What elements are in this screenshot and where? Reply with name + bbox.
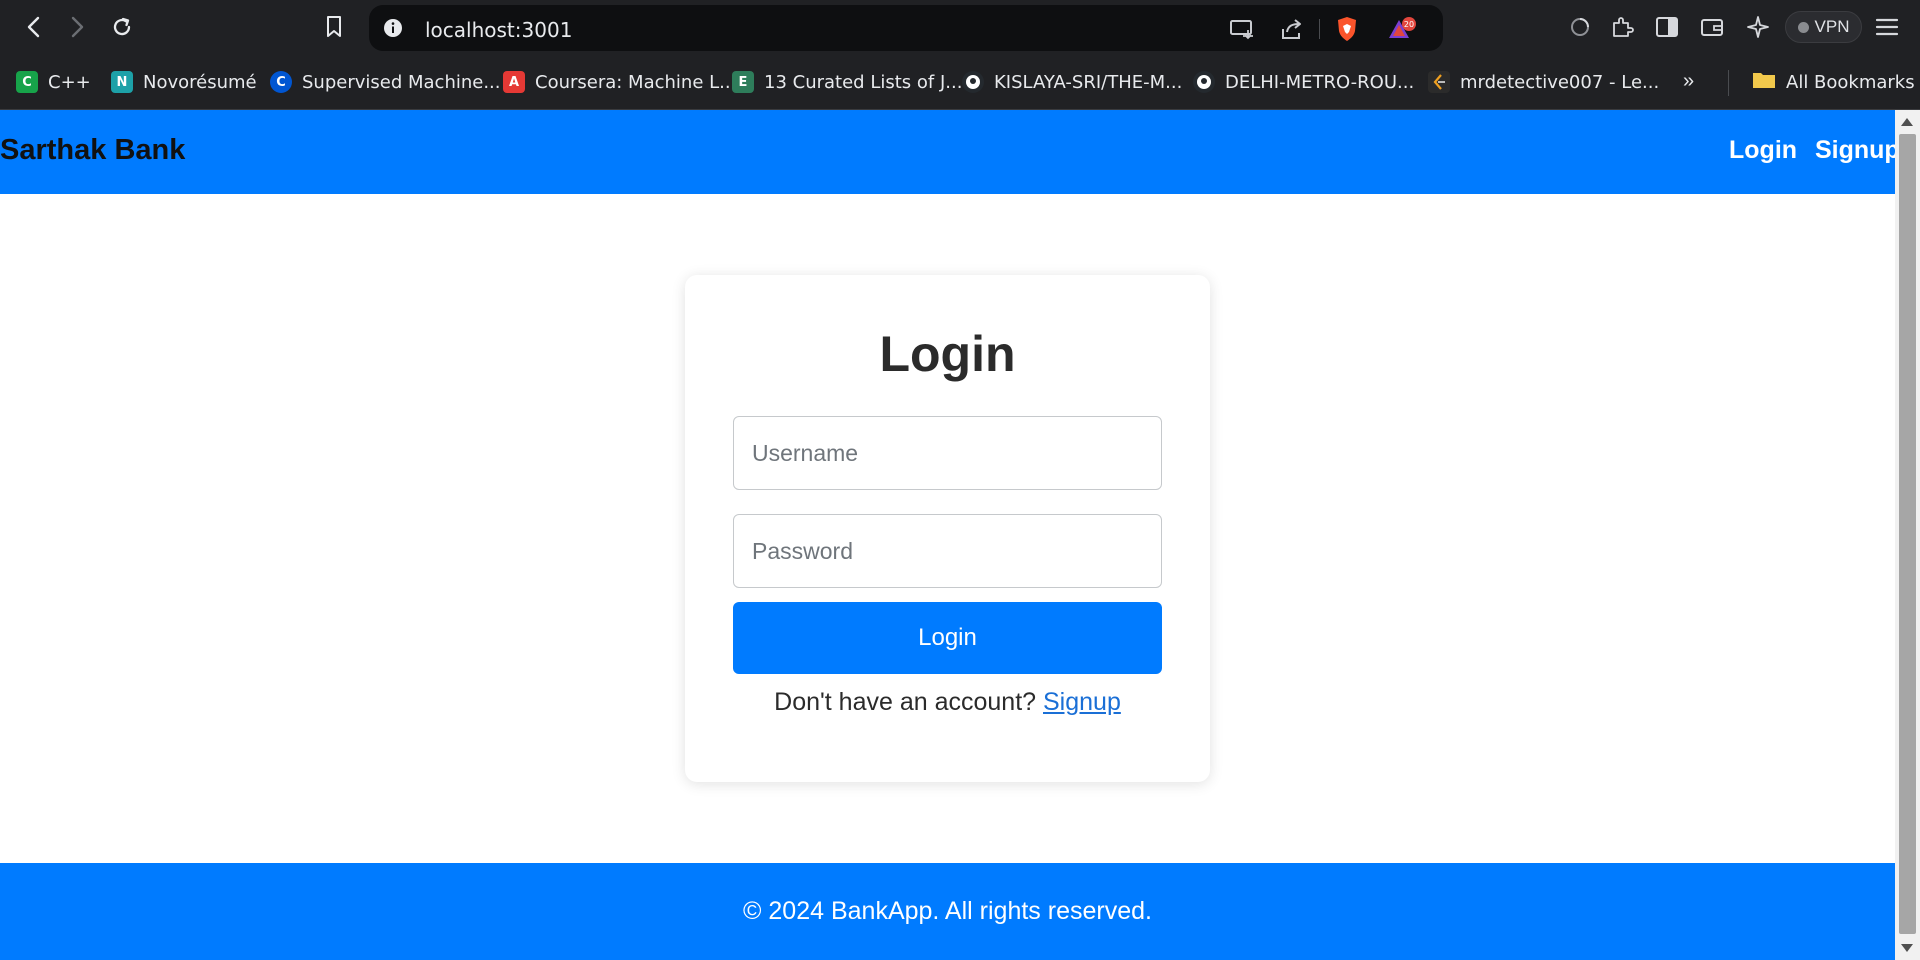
- scrollbar-thumb[interactable]: [1899, 134, 1916, 934]
- page-viewport: Sarthak Bank Login Signup Login Login Do…: [0, 110, 1920, 960]
- novoresume-icon: N: [111, 71, 133, 93]
- bookmark-item[interactable]: A Coursera: Machine L...: [503, 68, 736, 96]
- vpn-label: VPN: [1814, 17, 1850, 36]
- all-bookmarks-button[interactable]: All Bookmarks: [1752, 68, 1915, 96]
- sidebar-icon[interactable]: [1653, 13, 1681, 41]
- coursera-icon: C: [270, 71, 292, 93]
- bookmark-label: Supervised Machine...: [302, 71, 501, 93]
- rewards-badge-count: 20: [1404, 20, 1414, 29]
- nav-login-link[interactable]: Login: [1729, 136, 1797, 165]
- footer-copyright: © 2024 BankApp. All rights reserved.: [743, 897, 1152, 925]
- bookmark-item[interactable]: mrdetective007 - Le...: [1428, 68, 1659, 96]
- brave-shields-icon[interactable]: [1334, 16, 1360, 42]
- login-title: Login: [879, 326, 1016, 382]
- github-icon: [1193, 71, 1215, 93]
- all-bookmarks-label: All Bookmarks: [1786, 71, 1915, 93]
- extensions-icon[interactable]: [1608, 13, 1636, 41]
- site-info-icon[interactable]: [383, 18, 403, 38]
- bookmark-item[interactable]: C C++: [16, 68, 91, 96]
- bookmark-red-icon: A: [503, 71, 525, 93]
- bookmark-item[interactable]: KISLAYA-SRI/THE-M...: [962, 68, 1182, 96]
- scroll-down-icon[interactable]: [1901, 944, 1913, 952]
- nav-signup-link[interactable]: Signup: [1815, 136, 1900, 165]
- cast-icon[interactable]: [1229, 16, 1255, 42]
- password-input[interactable]: [733, 514, 1162, 588]
- reload-icon[interactable]: [107, 12, 137, 42]
- bookmark-label: DELHI-METRO-ROU...: [1225, 71, 1415, 93]
- github-icon: [962, 71, 984, 93]
- bookmark-label: KISLAYA-SRI/THE-M...: [994, 71, 1183, 93]
- scrollbar[interactable]: [1895, 110, 1920, 960]
- browser-toolbar: localhost:3001 20 VPN: [0, 0, 1920, 54]
- site-navbar: Sarthak Bank Login Signup: [0, 110, 1900, 194]
- bookmark-label: Coursera: Machine L...: [535, 71, 737, 93]
- sync-icon[interactable]: [1566, 13, 1594, 41]
- rewards-icon[interactable]: 20: [1384, 16, 1420, 42]
- scroll-up-icon[interactable]: [1901, 118, 1913, 126]
- bookmark-label: mrdetective007 - Le...: [1460, 71, 1660, 93]
- evernote-icon: E: [732, 71, 754, 93]
- address-bar[interactable]: localhost:3001 20: [369, 5, 1443, 51]
- menu-icon[interactable]: [1873, 13, 1901, 41]
- bookmark-label: C++: [48, 71, 91, 93]
- bookmark-icon[interactable]: [319, 12, 349, 42]
- signup-prompt-text: Don't have an account?: [774, 688, 1037, 716]
- share-icon[interactable]: [1279, 16, 1305, 42]
- folder-icon: [1752, 70, 1776, 95]
- bookmark-item[interactable]: N Novorésumé: [111, 68, 257, 96]
- wallet-icon[interactable]: [1698, 13, 1726, 41]
- back-icon[interactable]: [19, 12, 49, 42]
- forward-icon[interactable]: [62, 12, 92, 42]
- bookmarks-bar: C C++ N Novorésumé C Supervised Machine.…: [0, 54, 1920, 110]
- more-bookmarks-icon[interactable]: »: [1683, 70, 1694, 93]
- site-footer: © 2024 BankApp. All rights reserved.: [0, 863, 1895, 960]
- bookmark-label: 13 Curated Lists of J...: [764, 71, 963, 93]
- bookmark-item[interactable]: C Supervised Machine...: [270, 68, 501, 96]
- login-submit-button[interactable]: Login: [733, 602, 1162, 674]
- bookmark-label: Novorésumé: [143, 71, 257, 93]
- signup-prompt: Don't have an account? Signup: [685, 688, 1210, 717]
- leetcode-icon: [1428, 71, 1450, 93]
- bookmark-item[interactable]: DELHI-METRO-ROU...: [1193, 68, 1414, 96]
- username-input[interactable]: [733, 416, 1162, 490]
- vpn-button[interactable]: VPN: [1785, 11, 1862, 43]
- vpn-status-icon: [1797, 21, 1809, 33]
- signup-link[interactable]: Signup: [1043, 688, 1121, 716]
- url-text[interactable]: localhost:3001: [425, 18, 572, 42]
- brand-logo-text[interactable]: Sarthak Bank: [0, 134, 185, 167]
- leo-ai-icon[interactable]: [1744, 13, 1772, 41]
- login-card: Login Login Don't have an account? Signu…: [685, 275, 1210, 782]
- c-plus-plus-icon: C: [16, 71, 38, 93]
- bookmark-item[interactable]: E 13 Curated Lists of J...: [732, 68, 962, 96]
